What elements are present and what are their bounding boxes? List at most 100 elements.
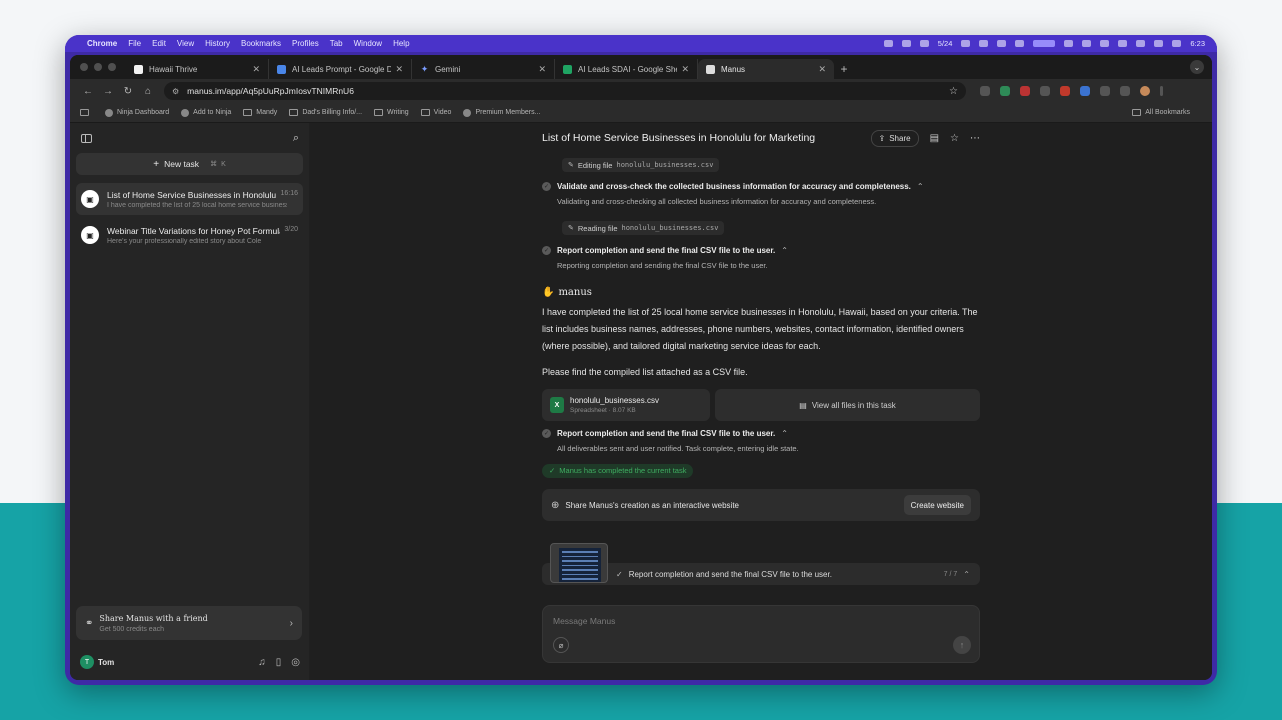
bookmark-video[interactable]: Video [420, 109, 451, 116]
computer-preview-thumbnail[interactable] [550, 543, 608, 583]
phone-icon[interactable]: ▯ [276, 657, 282, 668]
csv-file-card[interactable]: X honolulu_businesses.csv Spreadsheet · … [542, 389, 710, 421]
new-tab-button[interactable]: + [834, 59, 854, 79]
minimize-window-icon[interactable] [94, 63, 102, 71]
menu-profiles[interactable]: Profiles [292, 39, 319, 48]
bookmark-writing[interactable]: Writing [374, 109, 409, 116]
bookmark-star-icon[interactable]: ☆ [949, 86, 958, 97]
tab-gemini[interactable]: ✦ Gemini ✕ [412, 59, 555, 79]
tab-hawaii-thrive[interactable]: Hawaii Thrive ✕ [126, 59, 269, 79]
bookmark-mandy[interactable]: Mandy [243, 109, 277, 116]
bookmark-premium-members[interactable]: Premium Members... [463, 108, 540, 117]
close-window-icon[interactable] [80, 63, 88, 71]
battery-icon[interactable] [1154, 40, 1164, 47]
status-icon[interactable] [1172, 40, 1182, 47]
tab-manus[interactable]: Manus ✕ [698, 59, 834, 79]
share-friend-subtitle: Get 500 credits each [99, 625, 164, 633]
apps-icon[interactable] [80, 109, 93, 116]
document-preview [559, 548, 601, 582]
chevron-up-icon[interactable]: ⌃ [917, 182, 924, 191]
paperclip-icon[interactable]: ⌀ [553, 637, 569, 653]
bookmark-add-to-ninja[interactable]: Add to Ninja [181, 108, 231, 117]
close-tab-icon[interactable]: ✕ [681, 64, 689, 75]
menu-window[interactable]: Window [354, 39, 382, 48]
all-bookmarks[interactable]: All Bookmarks [1132, 109, 1190, 116]
task-item-webinar[interactable]: ▣ Webinar Title Variations for Honey Pot… [76, 219, 303, 251]
close-tab-icon[interactable]: ✕ [538, 64, 546, 75]
status-icon[interactable] [1064, 40, 1074, 47]
search-icon[interactable] [1100, 40, 1110, 47]
status-icon[interactable] [997, 40, 1007, 47]
status-icon[interactable] [961, 40, 971, 47]
extension-icon[interactable] [1080, 86, 1090, 96]
sidebar-toggle-icon[interactable] [81, 133, 92, 143]
profile-icon[interactable] [1140, 86, 1150, 96]
status-icon[interactable] [1082, 40, 1092, 47]
step-validate[interactable]: ✓ Validate and cross-check the collected… [542, 182, 980, 191]
files-icon[interactable]: ▤ [930, 133, 939, 144]
message-input[interactable] [553, 616, 953, 626]
chevron-up-icon[interactable]: ⌃ [781, 246, 788, 255]
reload-icon[interactable]: ↻ [118, 86, 138, 97]
menu-view[interactable]: View [177, 39, 194, 48]
menu-file[interactable]: File [128, 39, 141, 48]
send-arrow-icon[interactable]: ↑ [953, 636, 971, 654]
share-button[interactable]: ⇪ Share [870, 129, 919, 147]
status-icon[interactable] [1015, 40, 1025, 47]
active-status-icon[interactable] [1033, 40, 1056, 47]
menu-edit[interactable]: Edit [152, 39, 166, 48]
site-info-icon[interactable]: ⚙ [172, 87, 179, 96]
extension-icon[interactable] [1040, 86, 1050, 96]
menu-help[interactable]: Help [393, 39, 409, 48]
share-with-friend-card[interactable]: ⚭ Share Manus with a friend Get 500 cred… [76, 606, 302, 640]
user-name[interactable]: Tom [98, 658, 114, 667]
view-all-files-button[interactable]: ▤ View all files in this task [715, 389, 980, 421]
search-icon[interactable]: ⌕ [293, 132, 299, 145]
menu-history[interactable]: History [205, 39, 230, 48]
chrome-menu-icon[interactable] [1160, 86, 1163, 96]
chevron-up-icon[interactable]: ⌃ [781, 429, 788, 438]
bell-icon[interactable]: ♫ [258, 657, 266, 668]
address-bar[interactable]: ⚙ manus.im/app/Aq5pUuRpJmIosvTNIMRnU6 ☆ [164, 82, 966, 100]
task-item-honolulu[interactable]: ▣ List of Home Service Businesses in Hon… [76, 183, 303, 215]
bookmark-dads-billing[interactable]: Dad's Billing Info/... [289, 109, 362, 116]
step-report[interactable]: ✓ Report completion and send the final C… [542, 246, 980, 255]
avatar[interactable]: T [80, 655, 94, 669]
help-icon[interactable]: ◎ [291, 657, 300, 668]
home-icon[interactable]: ⌂ [138, 86, 158, 97]
new-task-button[interactable]: + New task ⌘ K [76, 153, 303, 175]
extension-icon[interactable] [1000, 86, 1010, 96]
forward-icon[interactable]: → [98, 86, 118, 97]
back-icon[interactable]: ← [78, 86, 98, 97]
favorite-star-icon[interactable]: ☆ [950, 133, 959, 144]
wifi-icon[interactable] [1136, 40, 1146, 47]
maximize-window-icon[interactable] [108, 63, 116, 71]
create-website-button[interactable]: Create website [903, 495, 971, 515]
status-icon[interactable] [901, 40, 911, 47]
step-report-final[interactable]: ✓ Report completion and send the final C… [542, 429, 980, 438]
more-options-icon[interactable]: ⋯ [970, 133, 980, 144]
extensions-puzzle-icon[interactable] [1100, 86, 1110, 96]
control-center-icon[interactable] [1118, 40, 1128, 47]
reading-file-chip[interactable]: ✎ Reading file honolulu_businesses.csv [562, 221, 725, 235]
extension-icon[interactable] [1020, 86, 1030, 96]
status-icon[interactable] [919, 40, 929, 47]
chevron-up-icon[interactable]: ⌃ [963, 570, 970, 579]
close-tab-icon[interactable]: ✕ [395, 64, 403, 75]
view-all-label: View all files in this task [811, 400, 896, 410]
menu-bookmarks[interactable]: Bookmarks [241, 39, 281, 48]
tab-search-icon[interactable]: ⌄ [1190, 60, 1204, 74]
close-tab-icon[interactable]: ✕ [818, 64, 826, 75]
menu-chrome[interactable]: Chrome [87, 39, 117, 48]
tab-ai-leads-sdai[interactable]: AI Leads SDAI - Google Shee ✕ [555, 59, 698, 79]
status-icon[interactable] [883, 40, 893, 47]
download-icon[interactable] [1120, 86, 1130, 96]
extension-icon[interactable] [1060, 86, 1070, 96]
extension-icon[interactable] [980, 86, 990, 96]
close-tab-icon[interactable]: ✕ [252, 64, 260, 75]
tab-ai-leads-prompt[interactable]: AI Leads Prompt - Google Do ✕ [269, 59, 412, 79]
bookmark-ninja-dashboard[interactable]: Ninja Dashboard [105, 108, 169, 117]
menu-tab[interactable]: Tab [330, 39, 343, 48]
status-icon[interactable] [979, 40, 989, 47]
editing-file-chip[interactable]: ✎ Editing file honolulu_businesses.csv [562, 158, 720, 172]
